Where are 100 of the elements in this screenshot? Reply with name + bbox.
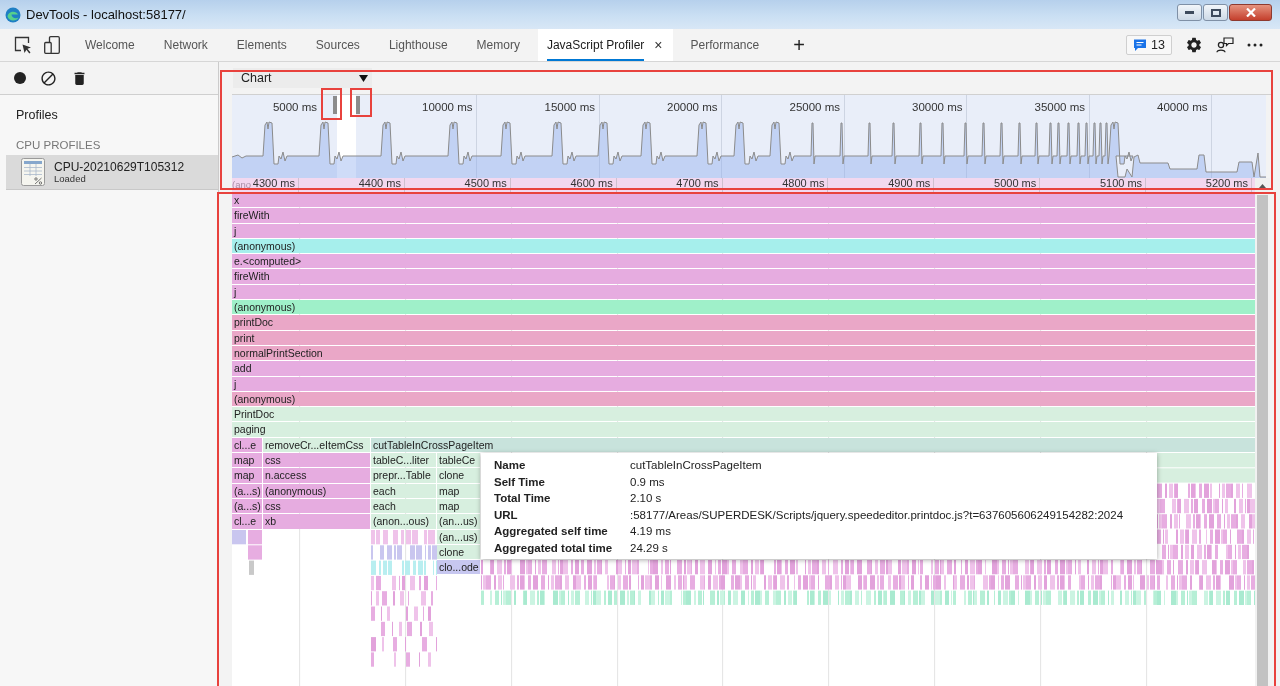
tooltip-label: Aggregated total time bbox=[494, 541, 613, 557]
flame-cell[interactable]: each bbox=[371, 498, 436, 514]
flame-cell[interactable]: j bbox=[232, 376, 1255, 391]
add-tab-button[interactable]: + bbox=[791, 35, 807, 55]
ruler-tick-label: 4800 ms bbox=[782, 178, 825, 189]
flame-cell[interactable]: cutTableInCrossPageItem bbox=[371, 437, 1255, 453]
tooltip-value: 0.9 ms bbox=[630, 474, 665, 490]
flame-cell[interactable]: each bbox=[371, 483, 436, 498]
flame-cell[interactable]: css bbox=[263, 453, 370, 468]
flame-cell[interactable]: removeCr...eItemCss bbox=[263, 437, 370, 453]
tab[interactable]: Elements bbox=[225, 29, 298, 61]
flame-cell[interactable]: css bbox=[263, 498, 370, 514]
message-icon bbox=[1133, 38, 1148, 52]
ruler-tick-label: 5000 ms bbox=[994, 178, 1037, 189]
tooltip-label: Self Time bbox=[494, 474, 545, 490]
overview-tick-label: 30000 ms bbox=[912, 101, 963, 113]
ruler-tick-label: 4700 ms bbox=[676, 178, 719, 189]
flame-cell[interactable]: j bbox=[232, 284, 1255, 300]
flame-cell[interactable]: (an...us) bbox=[437, 514, 480, 529]
window-handle[interactable] bbox=[333, 96, 337, 114]
flame-cell[interactable]: normalPrintSection bbox=[232, 345, 1255, 361]
tab[interactable]: Welcome bbox=[74, 29, 146, 61]
profile-item[interactable]: CPU-20210629T105312 Loaded bbox=[6, 155, 218, 190]
tooltip-value: 2.10 s bbox=[630, 491, 662, 507]
flame-cell[interactable]: xb bbox=[263, 514, 370, 529]
flame-cell[interactable]: (anonymous) bbox=[232, 391, 1255, 407]
flame-cell[interactable]: (a...s) bbox=[232, 483, 262, 498]
flame-cell[interactable]: PrintDoc bbox=[232, 407, 1255, 422]
overview-tick-label: 40000 ms bbox=[1157, 101, 1208, 113]
profile-file-icon bbox=[21, 158, 45, 186]
flame-cell[interactable]: map bbox=[232, 453, 262, 468]
ruler-tick-label: 4400 ms bbox=[358, 178, 401, 189]
flame-cell[interactable]: print bbox=[232, 330, 1255, 345]
flame-cell[interactable]: (anonymous) bbox=[232, 238, 1255, 254]
window-title: DevTools - localhost:58177/ bbox=[26, 7, 186, 22]
close-tab-button[interactable]: × bbox=[652, 38, 665, 52]
minimize-button[interactable] bbox=[1177, 4, 1202, 21]
settings-icon[interactable] bbox=[1185, 36, 1203, 54]
flame-cell[interactable]: (anonymous) bbox=[263, 483, 370, 498]
close-button[interactable] bbox=[1229, 4, 1272, 21]
flame-detail-drawing bbox=[232, 529, 262, 575]
tab[interactable]: Lighthouse bbox=[377, 29, 459, 61]
tooltip-value: cutTableInCrossPageItem bbox=[630, 458, 762, 474]
window-handle[interactable] bbox=[356, 96, 360, 114]
person-speech-icon[interactable] bbox=[1216, 37, 1234, 53]
scroll-up-icon[interactable] bbox=[1259, 183, 1266, 188]
ruler-tick-label: 5100 ms bbox=[1099, 178, 1143, 189]
profile-name: CPU-20210629T105312 bbox=[54, 160, 185, 174]
flame-cell[interactable]: prepr...Table bbox=[371, 468, 436, 483]
flame-cell[interactable]: fireWith bbox=[232, 269, 1255, 284]
flame-cell[interactable]: n.access bbox=[263, 468, 370, 483]
flame-cell[interactable]: e.<computed> bbox=[232, 254, 1255, 269]
view-dropdown[interactable]: Chart bbox=[233, 68, 372, 88]
flame-cell[interactable]: clone bbox=[437, 468, 480, 483]
flame-cell[interactable]: (anonymous) bbox=[232, 300, 1255, 315]
caret-icon bbox=[359, 74, 368, 82]
tooltip-label: URL bbox=[494, 507, 518, 523]
flame-cell[interactable]: map bbox=[437, 483, 480, 498]
flame-cell[interactable]: (an...us) bbox=[437, 529, 480, 544]
flame-cell[interactable]: clone bbox=[437, 544, 480, 560]
flame-cell[interactable]: map bbox=[437, 498, 480, 514]
tooltip-label: Total Time bbox=[494, 491, 551, 507]
flame-cell[interactable]: map bbox=[232, 468, 262, 483]
issues-button[interactable]: 13 bbox=[1126, 35, 1172, 55]
selection-window[interactable] bbox=[337, 95, 356, 178]
ruler-tick-label: 4600 ms bbox=[570, 178, 613, 189]
flame-cell[interactable]: j bbox=[232, 223, 1255, 238]
flame-cell-label: (ano bbox=[232, 178, 251, 191]
record-icon[interactable] bbox=[14, 72, 26, 84]
more-icon[interactable] bbox=[1247, 43, 1263, 47]
flame-cell[interactable]: (anon...ous) bbox=[371, 514, 436, 529]
flame-cell[interactable]: paging bbox=[232, 422, 1255, 437]
flame-cell[interactable]: clo...ode bbox=[437, 560, 480, 575]
tooltip-label: Aggregated self time bbox=[494, 524, 608, 540]
flame-cell[interactable]: cl...e bbox=[232, 514, 262, 529]
overview-tick-label: 35000 ms bbox=[1034, 101, 1085, 113]
tooltip-value: 24.29 s bbox=[630, 541, 668, 557]
device-icon[interactable] bbox=[44, 36, 60, 54]
flame-cell[interactable]: (a...s) bbox=[232, 498, 262, 514]
section-label: CPU PROFILES bbox=[16, 139, 101, 151]
flame-cell[interactable]: tableCe bbox=[437, 453, 480, 468]
sidebar-title: Profiles bbox=[16, 108, 58, 122]
overview-tick-label: 5000 ms bbox=[272, 101, 317, 113]
flame-cell[interactable]: printDoc bbox=[232, 315, 1255, 330]
maximize-button[interactable] bbox=[1203, 4, 1228, 21]
tab[interactable]: Network bbox=[152, 29, 219, 61]
tab[interactable]: Performance bbox=[679, 29, 771, 61]
app-icon bbox=[5, 6, 21, 23]
flame-cell[interactable]: add bbox=[232, 361, 1255, 376]
flame-cell[interactable]: tableC...liter bbox=[371, 453, 436, 468]
tab[interactable]: JavaScript Profiler × bbox=[537, 29, 673, 61]
inspect-icon[interactable] bbox=[14, 36, 32, 54]
ruler-tick-label: 4300 ms bbox=[252, 178, 295, 189]
maximize-icon bbox=[1210, 8, 1221, 17]
ruler-tick-label: 4500 ms bbox=[464, 178, 507, 189]
flame-cell[interactable]: cl...e bbox=[232, 437, 262, 453]
flame-cell[interactable]: fireWith bbox=[232, 208, 1255, 223]
tab[interactable]: Sources bbox=[304, 29, 371, 61]
tab[interactable]: Memory bbox=[465, 29, 531, 61]
clear-icon[interactable] bbox=[40, 69, 57, 87]
